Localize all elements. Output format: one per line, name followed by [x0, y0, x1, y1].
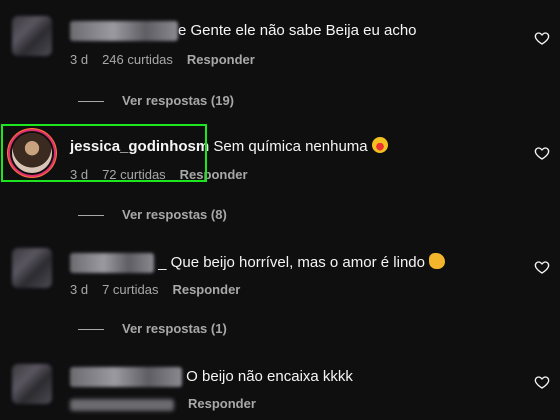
comment-text: Sem química nenhuma	[213, 138, 368, 155]
heart-icon[interactable]	[534, 30, 550, 46]
view-replies-button[interactable]: Ver respostas (19)	[78, 93, 234, 108]
reply-button[interactable]: Responder	[188, 396, 256, 411]
blurred-username	[70, 253, 154, 274]
like-count[interactable]: 7 curtidas	[102, 282, 158, 297]
divider	[78, 329, 104, 331]
heart-icon[interactable]	[534, 374, 550, 390]
blurred-meta	[70, 398, 174, 411]
comment-meta: 3 d 246 curtidas Responder	[70, 52, 269, 67]
heart-icon[interactable]	[534, 259, 550, 275]
like-count[interactable]: 246 curtidas	[102, 52, 173, 67]
comment-time: 3 d	[70, 282, 89, 297]
highlight-box	[1, 124, 207, 182]
view-replies-button[interactable]: Ver respostas (8)	[78, 207, 227, 222]
view-replies-label: Ver respostas (1)	[122, 321, 227, 336]
clapping-emoji-icon	[429, 253, 446, 269]
comment-meta: 3 d 7 curtidas Responder	[70, 282, 254, 297]
view-replies-label: Ver respostas (19)	[122, 93, 235, 108]
comment-time: 3 d	[70, 52, 89, 67]
reply-button[interactable]: Responder	[172, 282, 240, 297]
comment-line: e Gente ele não sabe Beija eu acho	[70, 21, 417, 42]
comment-line: O beijo não encaixa kkkk	[70, 367, 353, 388]
blurred-username	[70, 367, 182, 388]
divider	[78, 101, 104, 103]
heart-icon[interactable]	[534, 145, 550, 161]
comment-text: _ Que beijo horrível, mas o amor é lindo	[158, 254, 425, 271]
blurred-username	[70, 21, 178, 42]
laughing-emoji-icon	[371, 137, 388, 153]
comment-meta: Responder	[70, 396, 270, 411]
avatar[interactable]	[12, 364, 52, 404]
avatar[interactable]	[12, 248, 52, 288]
comment-text: e Gente ele não sabe Beija eu acho	[178, 22, 417, 39]
view-replies-button[interactable]: Ver respostas (1)	[78, 321, 227, 336]
avatar[interactable]	[12, 16, 52, 56]
view-replies-label: Ver respostas (8)	[122, 207, 227, 222]
comment-text: O beijo não encaixa kkkk	[186, 368, 353, 385]
comment-line: _ Que beijo horrível, mas o amor é lindo	[70, 253, 446, 274]
divider	[78, 215, 104, 217]
reply-button[interactable]: Responder	[187, 52, 255, 67]
